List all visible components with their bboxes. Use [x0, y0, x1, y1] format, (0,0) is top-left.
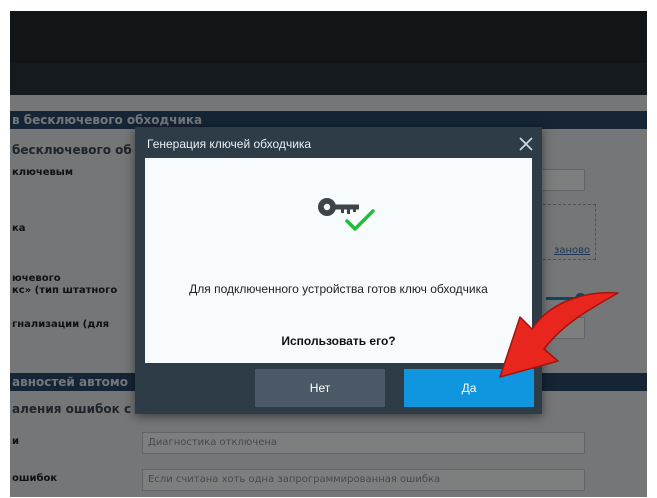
key-generation-dialog: Генерация ключей обходчика Для подключен… [135, 127, 542, 414]
no-button[interactable]: Нет [255, 369, 385, 407]
dialog-question: Использовать его? [281, 334, 396, 348]
dialog-title: Генерация ключей обходчика [147, 137, 312, 151]
checkmark-icon [345, 209, 375, 231]
dialog-body: Для подключенного устройства готов ключ … [145, 158, 532, 363]
dialog-message: Для подключенного устройства готов ключ … [189, 282, 488, 296]
key-icon [315, 193, 381, 237]
close-icon[interactable] [516, 134, 536, 154]
red-arrow-icon [490, 285, 630, 395]
